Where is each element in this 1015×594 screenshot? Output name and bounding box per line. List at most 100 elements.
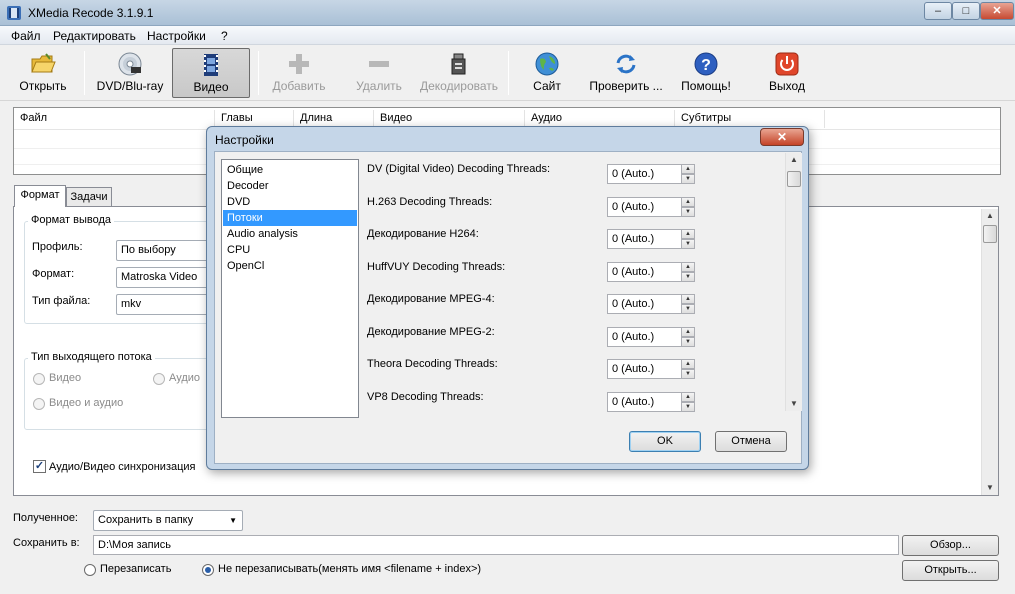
vp8-threads-spinner[interactable]: 0 (Auto.) ▲ ▼: [607, 392, 695, 412]
tab-format[interactable]: Формат: [14, 185, 66, 207]
spin-up-icon[interactable]: ▲: [681, 359, 695, 369]
column-header-subtitles[interactable]: Субтитры: [681, 112, 731, 124]
remove-button[interactable]: Удалить: [346, 48, 412, 98]
av-sync-checkbox[interactable]: ✓: [33, 460, 46, 473]
tab-tasks[interactable]: Задачи: [66, 187, 112, 207]
spin-down-icon[interactable]: ▼: [681, 272, 695, 282]
save-path-input[interactable]: D:\Моя запись: [93, 535, 899, 555]
exit-button[interactable]: Выход: [760, 48, 814, 98]
globe-icon: [535, 52, 559, 76]
category-general[interactable]: Общие: [223, 162, 357, 178]
dv-threads-value[interactable]: 0 (Auto.): [607, 164, 682, 184]
scroll-up-arrow[interactable]: ▲: [786, 153, 802, 167]
mpeg4-threads-label: Декодирование MPEG-4:: [367, 293, 495, 305]
theora-threads-spinner[interactable]: 0 (Auto.) ▲ ▼: [607, 359, 695, 379]
close-window-button[interactable]: ✕: [980, 2, 1014, 20]
dvd-bluray-button[interactable]: DVD/Blu-ray: [92, 48, 168, 98]
video-label: Видео: [193, 80, 229, 94]
stream-both-radio[interactable]: [33, 398, 45, 410]
scroll-down-arrow[interactable]: ▼: [982, 481, 998, 495]
spin-up-icon[interactable]: ▲: [681, 392, 695, 402]
menu-bar: Файл Редактировать Настройки ?: [0, 26, 1015, 45]
settings-scrollbar[interactable]: ▲ ▼: [785, 153, 802, 411]
column-header-audio[interactable]: Аудио: [531, 112, 562, 124]
spin-down-icon[interactable]: ▼: [681, 402, 695, 412]
dv-threads-spinner[interactable]: 0 (Auto.) ▲ ▼: [607, 164, 695, 184]
category-audio-analysis[interactable]: Audio analysis: [223, 226, 357, 242]
add-button[interactable]: Добавить: [266, 48, 332, 98]
huffyuv-threads-value[interactable]: 0 (Auto.): [607, 262, 682, 282]
stream-audio-radio[interactable]: [153, 373, 165, 385]
minimize-button[interactable]: –: [924, 2, 952, 20]
column-divider[interactable]: [824, 110, 825, 128]
h264-threads-spinner[interactable]: 0 (Auto.) ▲ ▼: [607, 229, 695, 249]
scroll-thumb[interactable]: [983, 225, 997, 243]
mpeg4-threads-value[interactable]: 0 (Auto.): [607, 294, 682, 314]
spin-down-icon[interactable]: ▼: [681, 369, 695, 379]
spin-up-icon[interactable]: ▲: [681, 294, 695, 304]
mpeg4-threads-spinner[interactable]: 0 (Auto.) ▲ ▼: [607, 294, 695, 314]
h264-threads-value[interactable]: 0 (Auto.): [607, 229, 682, 249]
column-header-video[interactable]: Видео: [380, 112, 412, 124]
format-panel-scrollbar[interactable]: ▲ ▼: [981, 209, 998, 495]
overwrite-radio[interactable]: [84, 564, 96, 576]
scroll-down-arrow[interactable]: ▼: [786, 397, 802, 411]
dialog-close-button[interactable]: ✕: [760, 128, 804, 146]
no-overwrite-radio[interactable]: [202, 564, 214, 576]
spin-up-icon[interactable]: ▲: [681, 262, 695, 272]
help-button[interactable]: ? Помощь!: [676, 48, 736, 98]
column-header-file[interactable]: Файл: [20, 112, 47, 124]
menu-edit[interactable]: Редактировать: [53, 29, 136, 43]
video-button[interactable]: Видео: [172, 48, 250, 98]
scroll-thumb[interactable]: [787, 171, 801, 187]
stream-video-radio[interactable]: [33, 373, 45, 385]
overwrite-label: Перезаписать: [100, 563, 172, 575]
open-button[interactable]: Открыть: [10, 48, 76, 98]
spin-up-icon[interactable]: ▲: [681, 164, 695, 174]
maximize-button[interactable]: □: [952, 2, 980, 20]
mpeg2-threads-label: Декодирование MPEG-2:: [367, 326, 495, 338]
h263-threads-value[interactable]: 0 (Auto.): [607, 197, 682, 217]
category-opencl[interactable]: OpenCl: [223, 258, 357, 274]
spin-down-icon[interactable]: ▼: [681, 304, 695, 314]
received-combobox[interactable]: Сохранить в папку ▼: [93, 510, 243, 531]
menu-file[interactable]: Файл: [11, 29, 41, 43]
mpeg2-threads-spinner[interactable]: 0 (Auto.) ▲ ▼: [607, 327, 695, 347]
h263-threads-spinner[interactable]: 0 (Auto.) ▲ ▼: [607, 197, 695, 217]
spin-up-icon[interactable]: ▲: [681, 197, 695, 207]
filetype-label: Тип файла:: [32, 295, 91, 307]
cancel-button[interactable]: Отмена: [715, 431, 787, 452]
menu-settings[interactable]: Настройки: [147, 29, 206, 43]
ok-button[interactable]: OK: [629, 431, 701, 452]
dialog-title: Настройки: [215, 133, 274, 147]
category-decoder[interactable]: Decoder: [223, 178, 357, 194]
received-value: Сохранить в папку: [98, 514, 194, 526]
category-dvd[interactable]: DVD: [223, 194, 357, 210]
decode-button[interactable]: Декодировать: [418, 48, 500, 98]
toolbar: Открыть DVD/Blu-ray Видео Добавить Удали…: [0, 45, 1015, 101]
scroll-up-arrow[interactable]: ▲: [982, 209, 998, 223]
spin-up-icon[interactable]: ▲: [681, 229, 695, 239]
dvd-bluray-label: DVD/Blu-ray: [96, 79, 164, 93]
theora-threads-value[interactable]: 0 (Auto.): [607, 359, 682, 379]
huffyuv-threads-spinner[interactable]: 0 (Auto.) ▲ ▼: [607, 262, 695, 282]
browse-button[interactable]: Обзор...: [902, 535, 999, 556]
mpeg2-threads-value[interactable]: 0 (Auto.): [607, 327, 682, 347]
spin-down-icon[interactable]: ▼: [681, 174, 695, 184]
spin-down-icon[interactable]: ▼: [681, 239, 695, 249]
column-header-length[interactable]: Длина: [300, 112, 332, 124]
check-updates-button[interactable]: Проверить ...: [584, 48, 668, 98]
column-header-chapters[interactable]: Главы: [221, 112, 253, 124]
settings-category-list[interactable]: Общие Decoder DVD Потоки Audio analysis …: [221, 159, 359, 418]
spin-down-icon[interactable]: ▼: [681, 337, 695, 347]
category-threads[interactable]: Потоки: [223, 210, 357, 226]
vp8-threads-value[interactable]: 0 (Auto.): [607, 392, 682, 412]
toolbar-separator: [258, 51, 259, 95]
spin-down-icon[interactable]: ▼: [681, 207, 695, 217]
category-cpu[interactable]: CPU: [223, 242, 357, 258]
minus-icon: [369, 61, 389, 67]
open-folder-button[interactable]: Открыть...: [902, 560, 999, 581]
site-button[interactable]: Сайт: [520, 48, 574, 98]
spin-up-icon[interactable]: ▲: [681, 327, 695, 337]
menu-help[interactable]: ?: [221, 29, 228, 43]
